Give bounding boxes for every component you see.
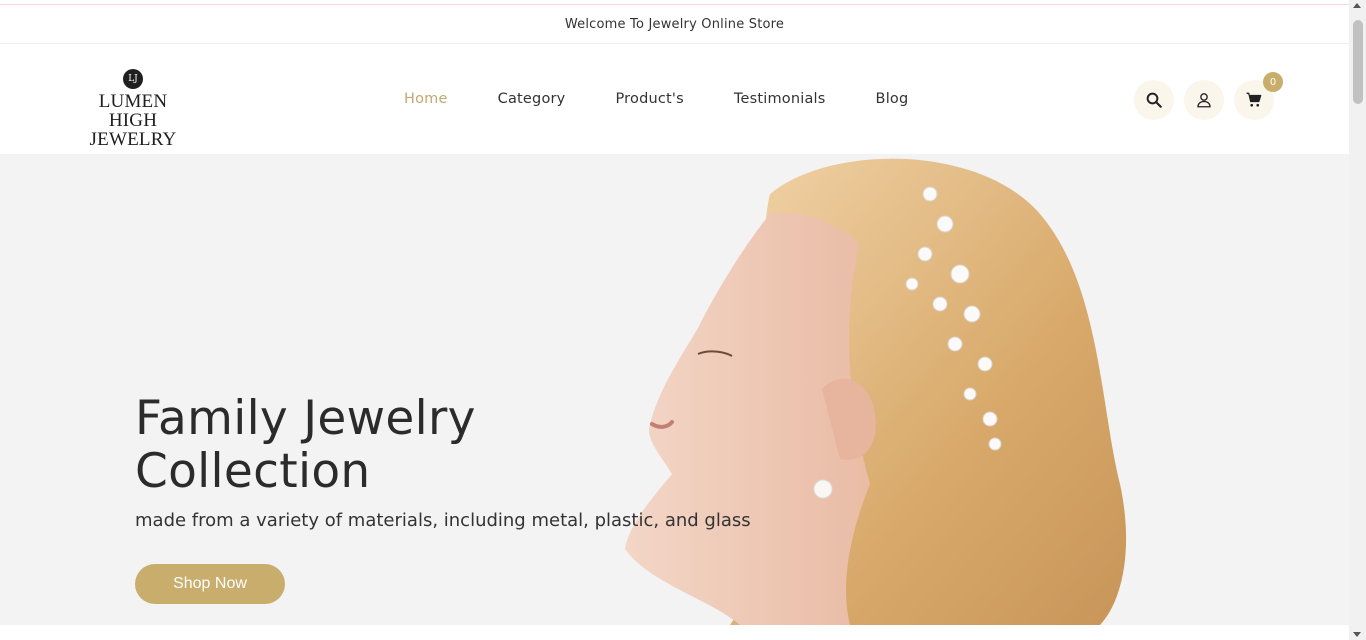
hero-subtitle: made from a variety of materials, includ… — [135, 510, 751, 531]
cart-icon — [1246, 92, 1262, 107]
nav-products[interactable]: Product's — [615, 91, 683, 107]
scroll-up-arrow-icon[interactable] — [1353, 3, 1361, 8]
logo-line-2: JEWELRY — [89, 129, 177, 150]
nav-home[interactable]: Home — [404, 91, 448, 107]
hero-banner: Family Jewelry Collection made from a va… — [0, 154, 1349, 625]
nav-blog[interactable]: Blog — [876, 91, 909, 107]
scroll-thumb[interactable] — [1353, 20, 1363, 104]
nav-testimonials[interactable]: Testimonials — [734, 91, 826, 107]
cart-count-badge: 0 — [1263, 72, 1283, 92]
hero-title-line-1: Family Jewelry — [135, 391, 476, 446]
search-icon — [1146, 92, 1162, 108]
header-icons: 0 — [1134, 72, 1283, 120]
hero-title-line-2: Collection — [135, 444, 371, 499]
main-nav: Home Category Product's Testimonials Blo… — [404, 44, 958, 154]
user-icon — [1197, 93, 1211, 108]
page-scrollbar[interactable] — [1349, 0, 1366, 640]
announcement-text: Welcome To Jewelry Online Store — [564, 16, 785, 32]
nav-category[interactable]: Category — [498, 91, 566, 107]
scroll-down-arrow-icon[interactable] — [1353, 632, 1361, 637]
cart-button[interactable]: 0 — [1234, 72, 1283, 120]
search-button[interactable] — [1134, 80, 1174, 120]
logo[interactable]: LJ LUMEN HIGH JEWELRY — [74, 69, 192, 149]
shop-now-button[interactable]: Shop Now — [135, 564, 285, 604]
logo-line-1: LUMEN HIGH — [98, 91, 168, 131]
hero-title: Family Jewelry Collection — [135, 392, 476, 498]
announcement-bar: Welcome To Jewelry Online Store — [0, 5, 1349, 44]
site-header: LJ LUMEN HIGH JEWELRY Home Category Prod… — [0, 44, 1349, 154]
logo-badge: LJ — [123, 69, 143, 89]
account-button[interactable] — [1184, 80, 1224, 120]
hero-model-image — [625, 158, 1127, 625]
